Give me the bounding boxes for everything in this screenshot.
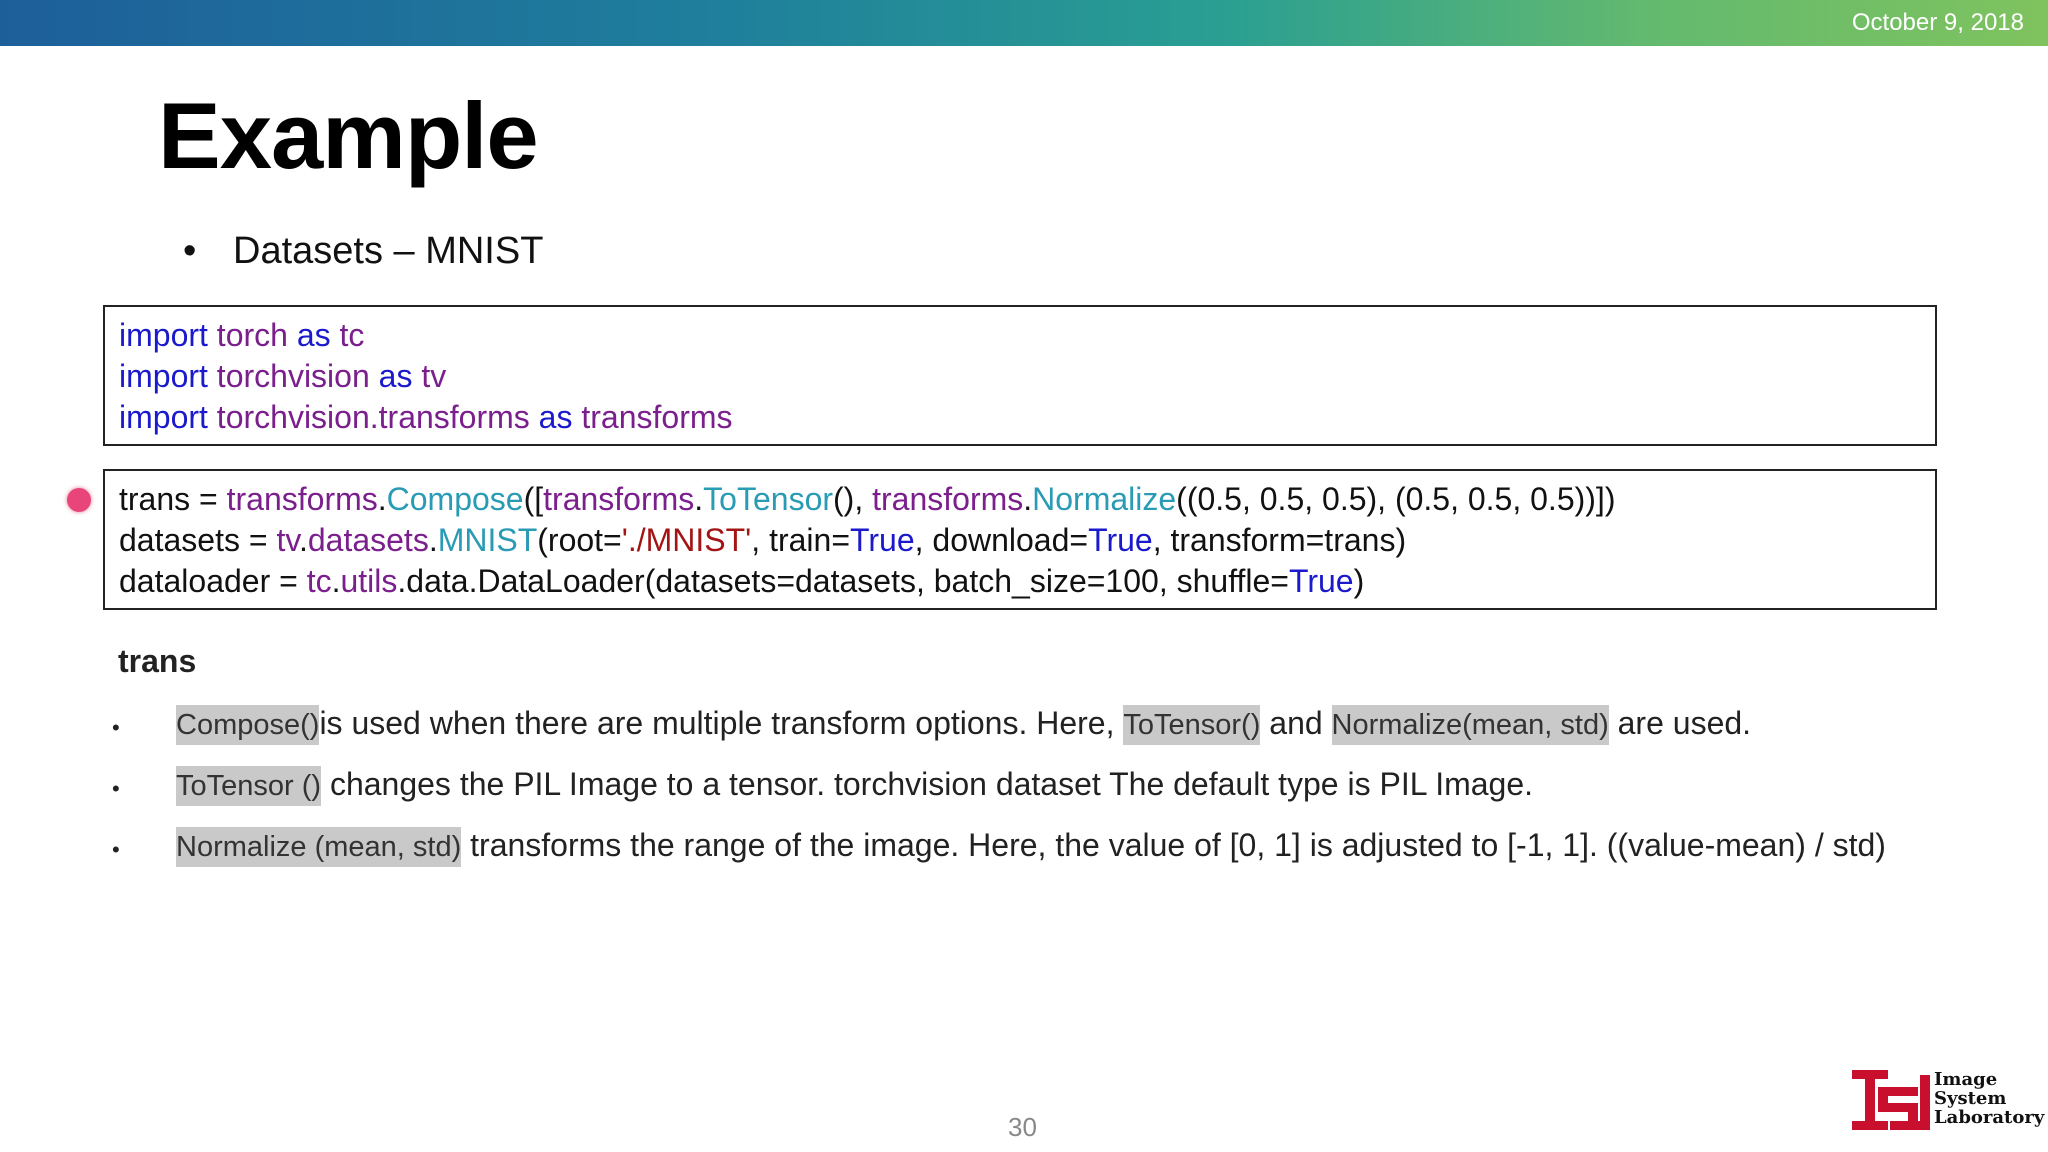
code-line: import torch as tc <box>119 317 365 353</box>
page-number: 30 <box>1008 1112 1037 1142</box>
top-banner: October 9, 2018 <box>0 0 2048 46</box>
laser-pointer-dot <box>67 488 91 512</box>
code-line: datasets = tv.datasets.MNIST(root='./MNI… <box>119 522 1407 558</box>
lab-name: Image System Laboratory <box>1934 1069 2045 1128</box>
code-block-imports: import torch as tc import torchvision as… <box>103 305 1937 446</box>
code-highlight: Normalize (mean, std) <box>176 827 462 867</box>
bullet-marker: • <box>183 230 197 272</box>
bullet-marker: • <box>112 776 120 801</box>
code-highlight: Compose() <box>176 705 320 745</box>
bullet-marker: • <box>112 715 120 740</box>
topic-text: Datasets – MNIST <box>233 230 544 272</box>
slide-date: October 9, 2018 <box>1851 9 2024 36</box>
code-line: import torchvision as tv <box>119 358 447 394</box>
code-line: import torchvision.transforms as transfo… <box>119 399 733 435</box>
code-highlight: ToTensor() <box>1123 705 1261 745</box>
topic-bullet: • Datasets – MNIST <box>183 230 543 273</box>
code-line: trans = transforms.Compose([transforms.T… <box>119 481 1616 517</box>
code-highlight: ToTensor () <box>176 766 322 806</box>
code-highlight: Normalize(mean, std) <box>1331 705 1609 745</box>
slide-title: Example <box>158 83 539 188</box>
bullet-marker: • <box>112 837 120 862</box>
explanation-heading: trans <box>118 643 197 679</box>
code-block-dataset: trans = transforms.Compose([transforms.T… <box>103 469 1937 610</box>
code-line: dataloader = tc.utils.data.DataLoader(da… <box>119 563 1365 599</box>
